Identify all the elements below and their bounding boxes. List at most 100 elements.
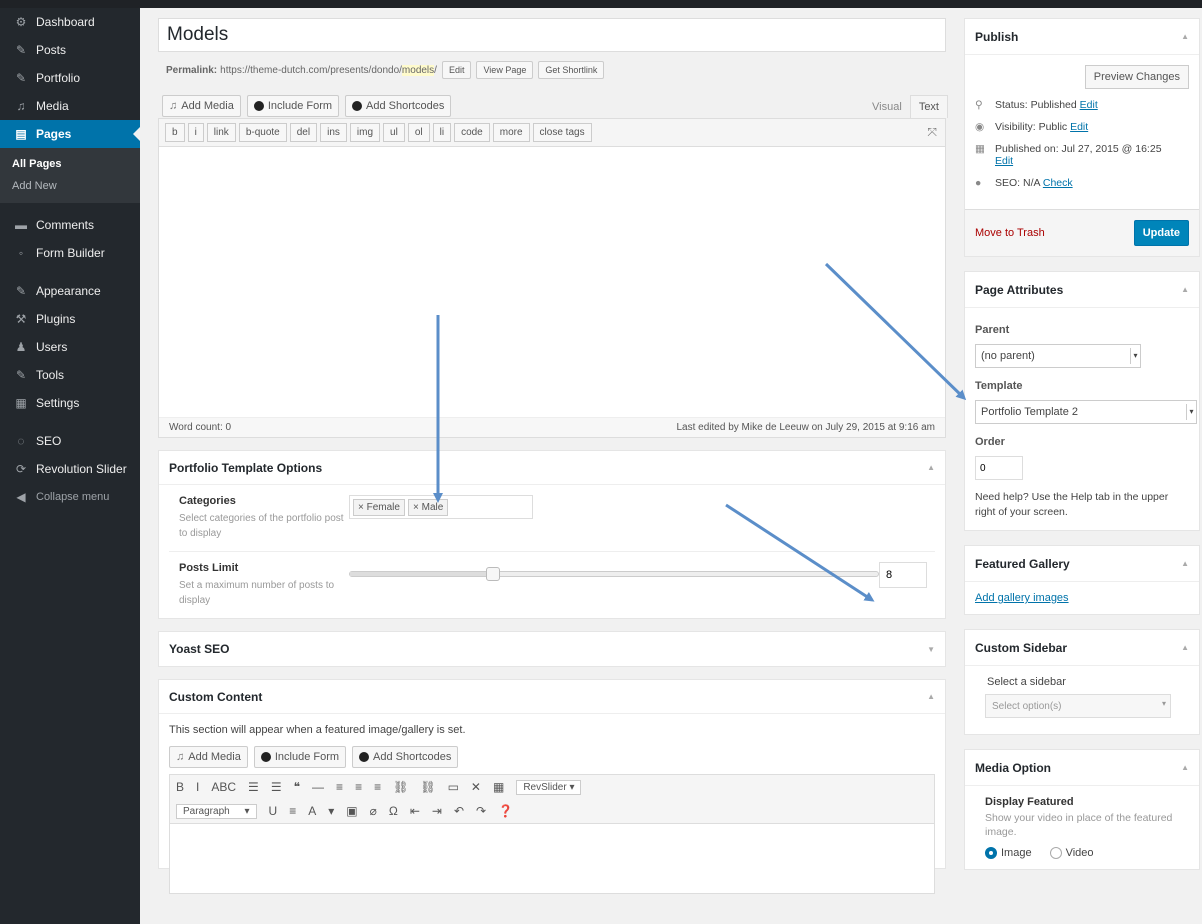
move-to-trash-link[interactable]: Move to Trash	[975, 227, 1045, 239]
tinymce-tool-icon[interactable]: ▦	[493, 780, 504, 794]
sidebar-item-plugins[interactable]: ⚒ Plugins	[0, 305, 140, 333]
collapse-arrow-icon[interactable]: ▲	[1181, 285, 1189, 294]
tinymce-tool-icon[interactable]: ≡	[336, 780, 343, 794]
template-select[interactable]: Portfolio Template 2 ▾	[975, 400, 1197, 424]
tinymce-tool-icon[interactable]: B	[176, 780, 184, 794]
include-form-button[interactable]: Include Form	[246, 95, 340, 117]
sidebar-item-comments[interactable]: ▬ Comments	[0, 211, 140, 239]
permalink-edit-button[interactable]: Edit	[441, 61, 472, 79]
posts-limit-slider[interactable]	[349, 567, 879, 581]
parent-select[interactable]: (no parent) ▾	[975, 344, 1141, 368]
submenu-all-pages[interactable]: All Pages	[0, 153, 140, 175]
update-button[interactable]: Update	[1133, 220, 1189, 246]
custom-sidebar-header[interactable]: Custom Sidebar ▲	[965, 630, 1199, 666]
quicktag-button[interactable]: code	[454, 123, 490, 142]
tinymce-tool-icon[interactable]: ≡	[355, 780, 362, 794]
tinymce-tool-icon[interactable]: ▭	[448, 780, 459, 794]
collapse-arrow-icon[interactable]: ▲	[1181, 559, 1189, 568]
posts-limit-input[interactable]	[879, 562, 927, 588]
tinymce-tool-icon[interactable]: ⌀	[370, 804, 377, 818]
quicktag-button[interactable]: ins	[320, 123, 347, 142]
tinymce-tool-icon[interactable]: ↷	[476, 804, 486, 818]
date-edit-link[interactable]: Edit	[995, 155, 1013, 167]
tinymce-tool-icon[interactable]: A	[308, 804, 316, 818]
custom-content-header[interactable]: Custom Content ▲	[159, 680, 945, 714]
collapse-arrow-icon[interactable]: ▲	[927, 692, 935, 701]
status-edit-link[interactable]: Edit	[1080, 99, 1098, 111]
tinymce-tool-icon[interactable]: ⇥	[432, 804, 442, 818]
tinymce-tool-icon[interactable]: ✕	[471, 780, 481, 794]
tinymce-tool-icon[interactable]: ☰	[248, 780, 259, 794]
sidebar-item-form-builder[interactable]: ◦ Form Builder	[0, 239, 140, 267]
submenu-add-new[interactable]: Add New	[0, 175, 140, 197]
seo-check-link[interactable]: Check	[1043, 177, 1073, 189]
sidebar-item-dashboard[interactable]: ⚙ Dashboard	[0, 8, 140, 36]
categories-tag-input[interactable]: × Female × Male	[349, 495, 533, 519]
sidebar-select[interactable]: Select option(s) ▾	[985, 694, 1171, 718]
yoast-header[interactable]: Yoast SEO ▼	[159, 632, 945, 666]
tinymce-tool-icon[interactable]: ≡	[289, 804, 296, 818]
tinymce-tool-icon[interactable]: ⛓	[393, 780, 408, 794]
publish-header[interactable]: Publish ▲	[965, 19, 1199, 55]
quicktag-button[interactable]: li	[432, 123, 452, 142]
quicktag-button[interactable]: more	[492, 123, 530, 142]
quicktag-button[interactable]: del	[289, 123, 318, 142]
fullscreen-icon[interactable]: ⤧	[927, 125, 937, 140]
tinymce-tool-icon[interactable]: ⛓	[420, 780, 435, 794]
editor-textarea[interactable]	[159, 147, 945, 417]
collapse-arrow-icon[interactable]: ▲	[1181, 32, 1189, 41]
tinymce-tool-icon[interactable]: I	[196, 780, 199, 794]
expand-arrow-icon[interactable]: ▼	[927, 645, 935, 654]
featured-gallery-header[interactable]: Featured Gallery ▲	[965, 546, 1199, 582]
tinymce-tool-icon[interactable]: U	[269, 804, 278, 818]
tinymce-tool-icon[interactable]: ❓	[498, 804, 513, 818]
cc-include-form-button[interactable]: Include Form	[253, 746, 347, 768]
sidebar-item-portfolio[interactable]: ✎ Portfolio	[0, 64, 140, 92]
sidebar-item-media[interactable]: ♫ Media	[0, 92, 140, 120]
post-title-input[interactable]	[158, 18, 946, 52]
order-input[interactable]	[975, 456, 1023, 480]
quicktag-button[interactable]: ol	[407, 123, 430, 142]
tab-visual[interactable]: Visual	[864, 96, 910, 118]
radio-image[interactable]	[985, 847, 997, 859]
sidebar-item-revolution-slider[interactable]: ⟳ Revolution Slider	[0, 455, 140, 483]
tinymce-tool-icon[interactable]: ⇤	[410, 804, 420, 818]
quicktag-button[interactable]: b-quote	[238, 123, 287, 142]
view-page-button[interactable]: View Page	[476, 61, 534, 79]
sidebar-collapse-menu[interactable]: ◀ Collapse menu	[0, 483, 140, 511]
media-option-header[interactable]: Media Option ▲	[965, 750, 1199, 786]
tinymce-tool-icon[interactable]: ↶	[454, 804, 464, 818]
tinymce-tool-icon[interactable]: ABC	[211, 780, 236, 794]
tinymce-content-area[interactable]	[170, 823, 934, 893]
tag-female[interactable]: × Female	[353, 498, 405, 516]
revslider-select[interactable]: RevSlider ▾	[516, 779, 582, 795]
quicktag-button[interactable]: img	[349, 123, 381, 142]
tinymce-tool-icon[interactable]: Ω	[389, 804, 398, 818]
sidebar-item-pages[interactable]: ▤ Pages	[0, 120, 140, 148]
add-media-button[interactable]: ♫ Add Media	[162, 95, 241, 117]
page-attributes-header[interactable]: Page Attributes ▲	[965, 272, 1199, 308]
quicktag-button[interactable]: link	[206, 123, 236, 142]
collapse-arrow-icon[interactable]: ▲	[927, 463, 935, 472]
cc-add-media-button[interactable]: ♫ Add Media	[169, 746, 248, 768]
sidebar-item-settings[interactable]: ▦ Settings	[0, 389, 140, 417]
tinymce-tool-icon[interactable]: ▣	[346, 804, 357, 818]
sidebar-item-appearance[interactable]: ✎ Appearance	[0, 277, 140, 305]
sidebar-item-posts[interactable]: ✎ Posts	[0, 36, 140, 64]
tinymce-tool-icon[interactable]: ☰	[271, 780, 282, 794]
sidebar-item-tools[interactable]: ✎ Tools	[0, 361, 140, 389]
portfolio-options-header[interactable]: Portfolio Template Options ▲	[159, 451, 945, 485]
slider-handle[interactable]	[485, 567, 500, 581]
radio-video[interactable]	[1049, 847, 1062, 859]
add-gallery-images-link[interactable]: Add gallery images	[975, 592, 1069, 604]
quicktag-button[interactable]: i	[187, 123, 204, 142]
tag-male[interactable]: × Male	[407, 498, 449, 516]
cc-add-shortcodes-button[interactable]: Add Shortcodes	[352, 746, 459, 768]
tinymce-tool-icon[interactable]: ≡	[374, 780, 381, 794]
tinymce-tool-icon[interactable]: ▾	[328, 804, 334, 818]
permalink-slug[interactable]: models	[401, 64, 435, 76]
quicktag-button[interactable]: ul	[383, 123, 405, 142]
collapse-arrow-icon[interactable]: ▲	[1181, 643, 1189, 652]
sidebar-item-users[interactable]: ♟ Users	[0, 333, 140, 361]
sidebar-item-seo[interactable]: ◌ SEO	[0, 427, 140, 455]
